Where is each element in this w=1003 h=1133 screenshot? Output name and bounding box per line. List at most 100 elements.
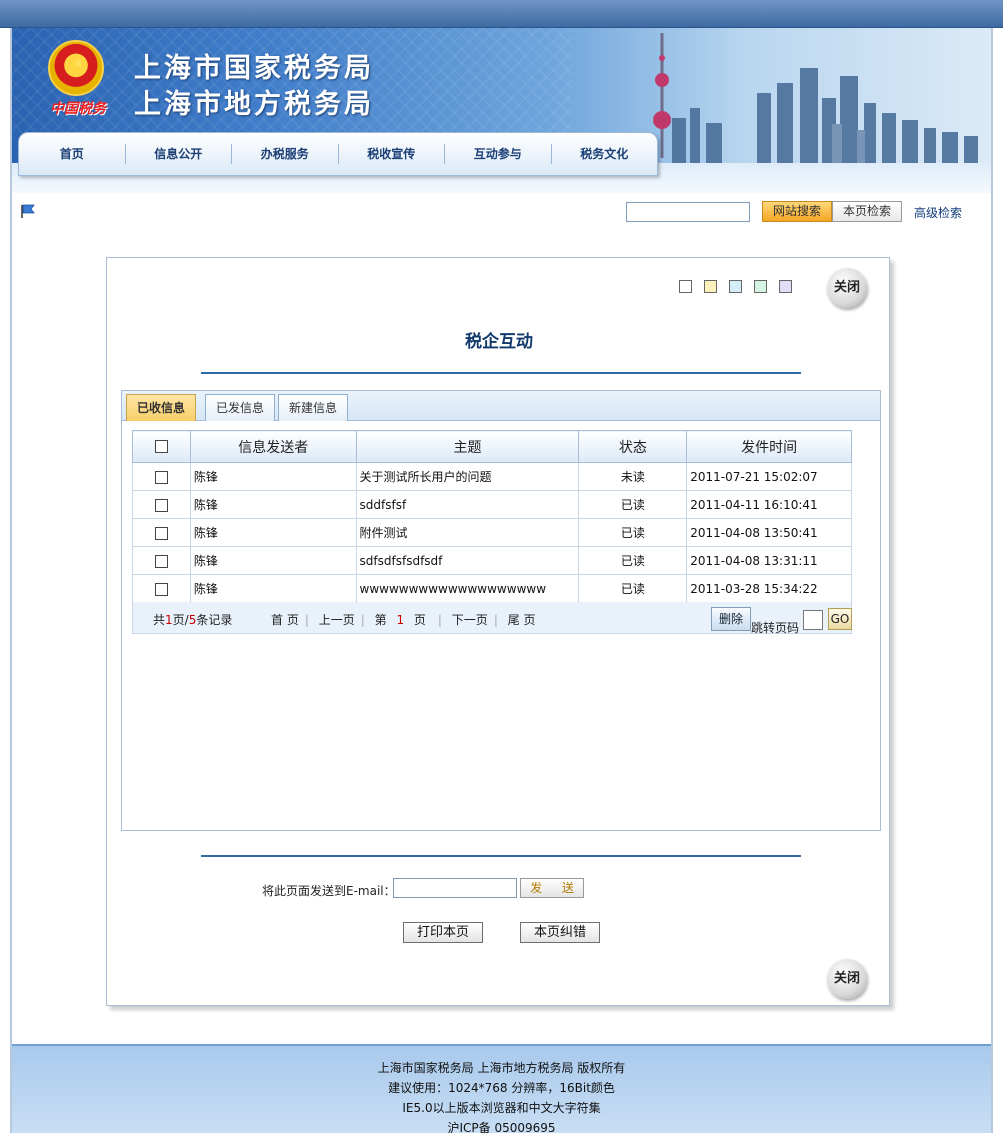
current-page-indicator: 第 1 页 [375,613,432,627]
row-select-cell [132,518,191,547]
record-summary: 共1页/5条记录 [153,611,232,628]
send-email-button[interactable]: 发 送 [520,878,584,898]
sender-cell: 陈锋 [189,574,357,603]
select-all-checkbox[interactable] [154,440,168,453]
print-page-button[interactable]: 打印本页 [403,922,483,943]
time-cell: 2011-04-11 16:10:41 [686,490,852,519]
row-checkbox[interactable] [154,554,168,568]
delete-button[interactable]: 删除 [711,607,751,631]
separator: | [437,613,442,627]
sender-cell: 陈锋 [189,490,357,519]
row-checkbox[interactable] [154,526,168,540]
time-cell: 2011-04-08 13:50:41 [686,518,852,547]
site-title-local: 上海市地方税务局 [134,89,374,120]
footer-copyright: 上海市国家税务局 上海市地方税务局 版权所有 [377,1061,626,1075]
theme-swatch-green[interactable] [754,280,767,293]
nav-info-disclosure[interactable]: 信息公开 [126,144,232,164]
footer-resolution-note: 建议使用：1024*768 分辨率，16Bit颜色 [388,1081,615,1095]
emblem-caption: 中国税务 [50,101,106,117]
top-bar [0,0,1003,28]
subject-link[interactable]: 附件测试 [355,518,580,547]
tab-new-message[interactable]: 新建信息 [278,394,349,421]
subject-link[interactable]: wwwwwwwwwwwwwwwwwww [355,574,580,603]
message-panel: 关闭 税企互动 已收信息 已发信息 新建信息 信息发送者 主题 状态 发件时间 … [106,257,890,1006]
sender-cell: 陈锋 [189,518,357,547]
footer-browser-note: IE5.0以上版本浏览器和中文大字符集 [402,1101,601,1115]
summary-mid: 页/ [172,613,189,627]
table-header-row: 信息发送者 主题 状态 发件时间 [132,430,852,463]
prev-page-link[interactable]: 上一页 [319,613,355,627]
table-row: 陈锋 wwwwwwwwwwwwwwwwwww 已读 2011-03-28 15:… [132,574,852,603]
sender-cell: 陈锋 [189,546,357,575]
row-select-cell [132,574,191,603]
nav-tax-service[interactable]: 办税服务 [232,144,339,164]
tab-received[interactable]: 已收信息 [126,394,197,421]
panel-title: 税企互动 [465,332,533,352]
status-cell: 已读 [578,546,688,575]
first-page-link[interactable]: 首 页 [271,613,299,627]
table-row: 陈锋 sdfsdfsfsdfsdf 已读 2011-04-08 13:31:11 [132,546,852,575]
advanced-search-link[interactable]: 高级检索 [914,204,962,221]
status-cell: 已读 [578,518,688,547]
subject-link[interactable]: sdfsdfsfsdfsdf [355,546,580,575]
status-cell: 已读 [578,490,688,519]
column-header-status: 状态 [578,430,688,463]
pager-links: 首 页 | 上一页 | 第 1 页 | 下一页 | 尾 页 [271,611,542,628]
page-search-button[interactable]: 本页检索 [832,201,902,222]
site-footer: 上海市国家税务局 上海市地方税务局 版权所有 建议使用：1024*768 分辨率… [12,1044,991,1133]
row-checkbox[interactable] [154,470,168,484]
site-search-button[interactable]: 网站搜索 [762,201,832,222]
inbox-frame: 已收信息 已发信息 新建信息 信息发送者 主题 状态 发件时间 陈锋 关于测试所… [121,390,881,831]
row-checkbox[interactable] [154,582,168,596]
theme-swatch-blue[interactable] [729,280,742,293]
report-error-button[interactable]: 本页纠错 [520,922,600,943]
row-select-cell [132,462,191,491]
close-button-bottom[interactable]: 关闭 [827,959,867,999]
email-label: 将此页面发送到E-mail： [262,884,396,898]
summary-prefix: 共 [153,613,166,627]
separator: | [304,613,309,627]
page-container: ★ 中国税务 上海市国家税务局 上海市地方税务局 首页 信息公开 办税服务 税收… [10,28,993,1133]
status-cell: 未读 [578,462,688,491]
theme-swatch-purple[interactable] [779,280,792,293]
star-icon: ★ [72,56,85,72]
site-banner: ★ 中国税务 上海市国家税务局 上海市地方税务局 首页 信息公开 办税服务 税收… [12,28,991,193]
nav-interaction[interactable]: 互动参与 [445,144,552,164]
site-search-input[interactable] [626,202,750,222]
message-table: 信息发送者 主题 状态 发件时间 陈锋 关于测试所长用户的问题 未读 2011-… [132,430,852,603]
last-page-link[interactable]: 尾 页 [508,613,536,627]
flag-icon [21,204,35,218]
nav-home[interactable]: 首页 [19,144,126,164]
column-header-time: 发件时间 [686,430,852,463]
row-select-cell [132,546,191,575]
time-cell: 2011-04-08 13:31:11 [686,546,852,575]
divider-top [201,372,801,374]
nav-tax-culture[interactable]: 税务文化 [552,144,658,164]
theme-swatch-white[interactable] [679,280,692,293]
page-prefix: 第 [374,613,387,627]
divider-bottom [201,855,801,857]
go-button[interactable]: GO [828,608,852,630]
status-cell: 已读 [578,574,688,603]
table-row: 陈锋 关于测试所长用户的问题 未读 2011-07-21 15:02:07 [132,462,852,491]
separator: | [493,613,498,627]
page-suffix: 页 [413,613,426,627]
time-cell: 2011-07-21 15:02:07 [686,462,852,491]
tab-bar: 已收信息 已发信息 新建信息 [122,391,880,421]
row-checkbox[interactable] [154,498,168,512]
time-cell: 2011-03-28 15:34:22 [686,574,852,603]
table-row: 陈锋 附件测试 已读 2011-04-08 13:50:41 [132,518,852,547]
next-page-link[interactable]: 下一页 [452,613,488,627]
subject-link[interactable]: 关于测试所长用户的问题 [355,462,580,491]
theme-swatch-yellow[interactable] [704,280,717,293]
nav-tax-publicity[interactable]: 税收宣传 [339,144,445,164]
email-input[interactable] [393,878,517,898]
jump-page-label: 跳转页码 [751,621,800,635]
column-header-subject: 主题 [355,430,580,463]
jump-page-input[interactable] [803,610,823,630]
column-header-sender: 信息发送者 [189,430,357,463]
close-button-top[interactable]: 关闭 [827,268,867,308]
summary-suffix: 条记录 [196,613,233,627]
tab-sent[interactable]: 已发信息 [205,394,276,421]
subject-link[interactable]: sddfsfsf [355,490,580,519]
